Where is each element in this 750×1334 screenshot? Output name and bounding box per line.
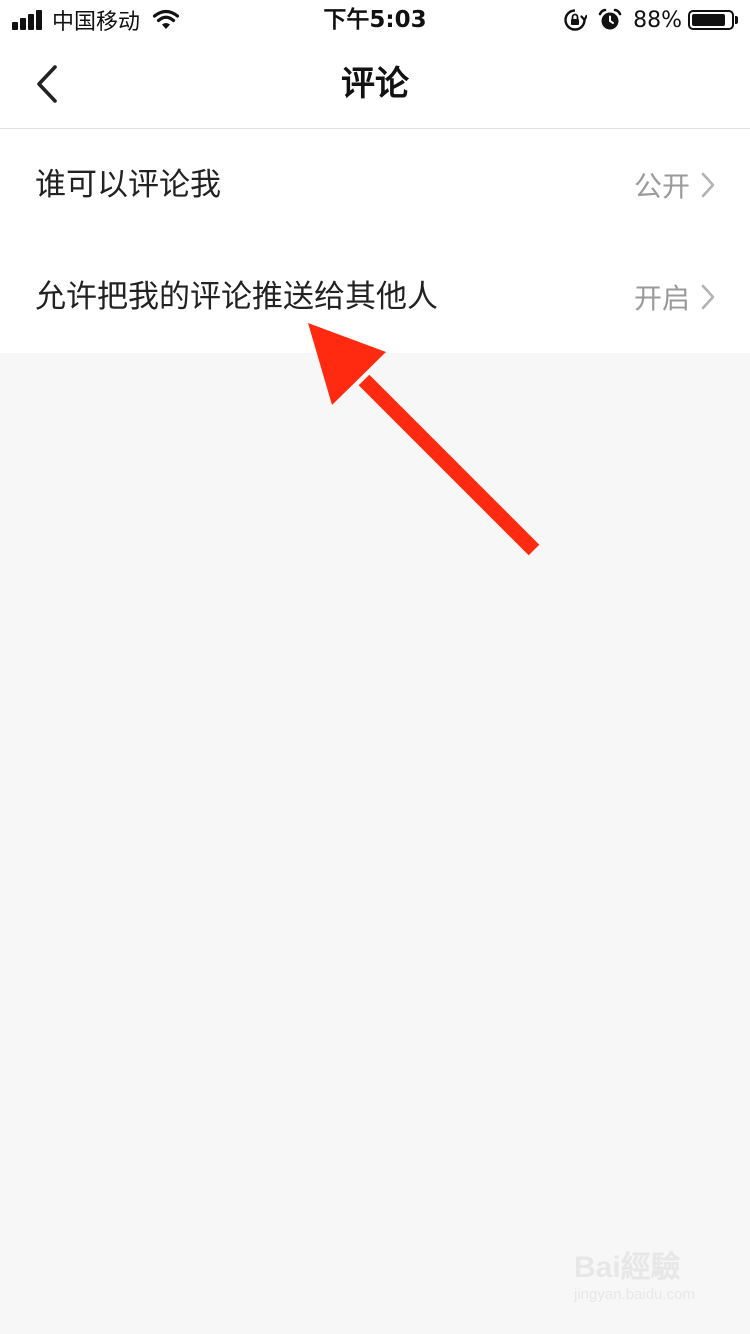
chevron-left-icon <box>37 65 57 103</box>
alarm-icon <box>598 8 622 30</box>
battery-level-fill <box>692 14 726 26</box>
setting-value: 开启 <box>633 282 690 315</box>
setting-value: 公开 <box>633 170 690 203</box>
setting-right: 开启 <box>634 241 716 353</box>
rotation-lock-icon <box>564 9 588 31</box>
battery-cap <box>735 16 738 24</box>
chevron-right-icon <box>701 284 715 310</box>
red-arrow-icon <box>308 323 540 556</box>
setting-row-who-can-comment[interactable]: 谁可以评论我 公开 <box>0 129 750 241</box>
setting-right: 公开 <box>634 129 716 241</box>
watermark-logo-text: Bai經驗 <box>574 1251 681 1284</box>
chevron-right-icon <box>701 172 715 198</box>
status-bar: 中国移动 下午5:03 88% <box>0 0 750 40</box>
watermark-logo: Bai經驗 jingyan.baidu.com <box>574 1250 714 1320</box>
nav-bar: 评论 <box>0 40 750 129</box>
page-title: 评论 <box>341 64 409 104</box>
battery-icon <box>688 10 734 30</box>
status-right: 88% <box>563 0 738 40</box>
battery-percent: 88% <box>633 7 682 33</box>
watermark-url: jingyan.baidu.com <box>574 1286 695 1303</box>
back-button[interactable] <box>20 56 76 112</box>
setting-label: 谁可以评论我 <box>35 167 221 203</box>
